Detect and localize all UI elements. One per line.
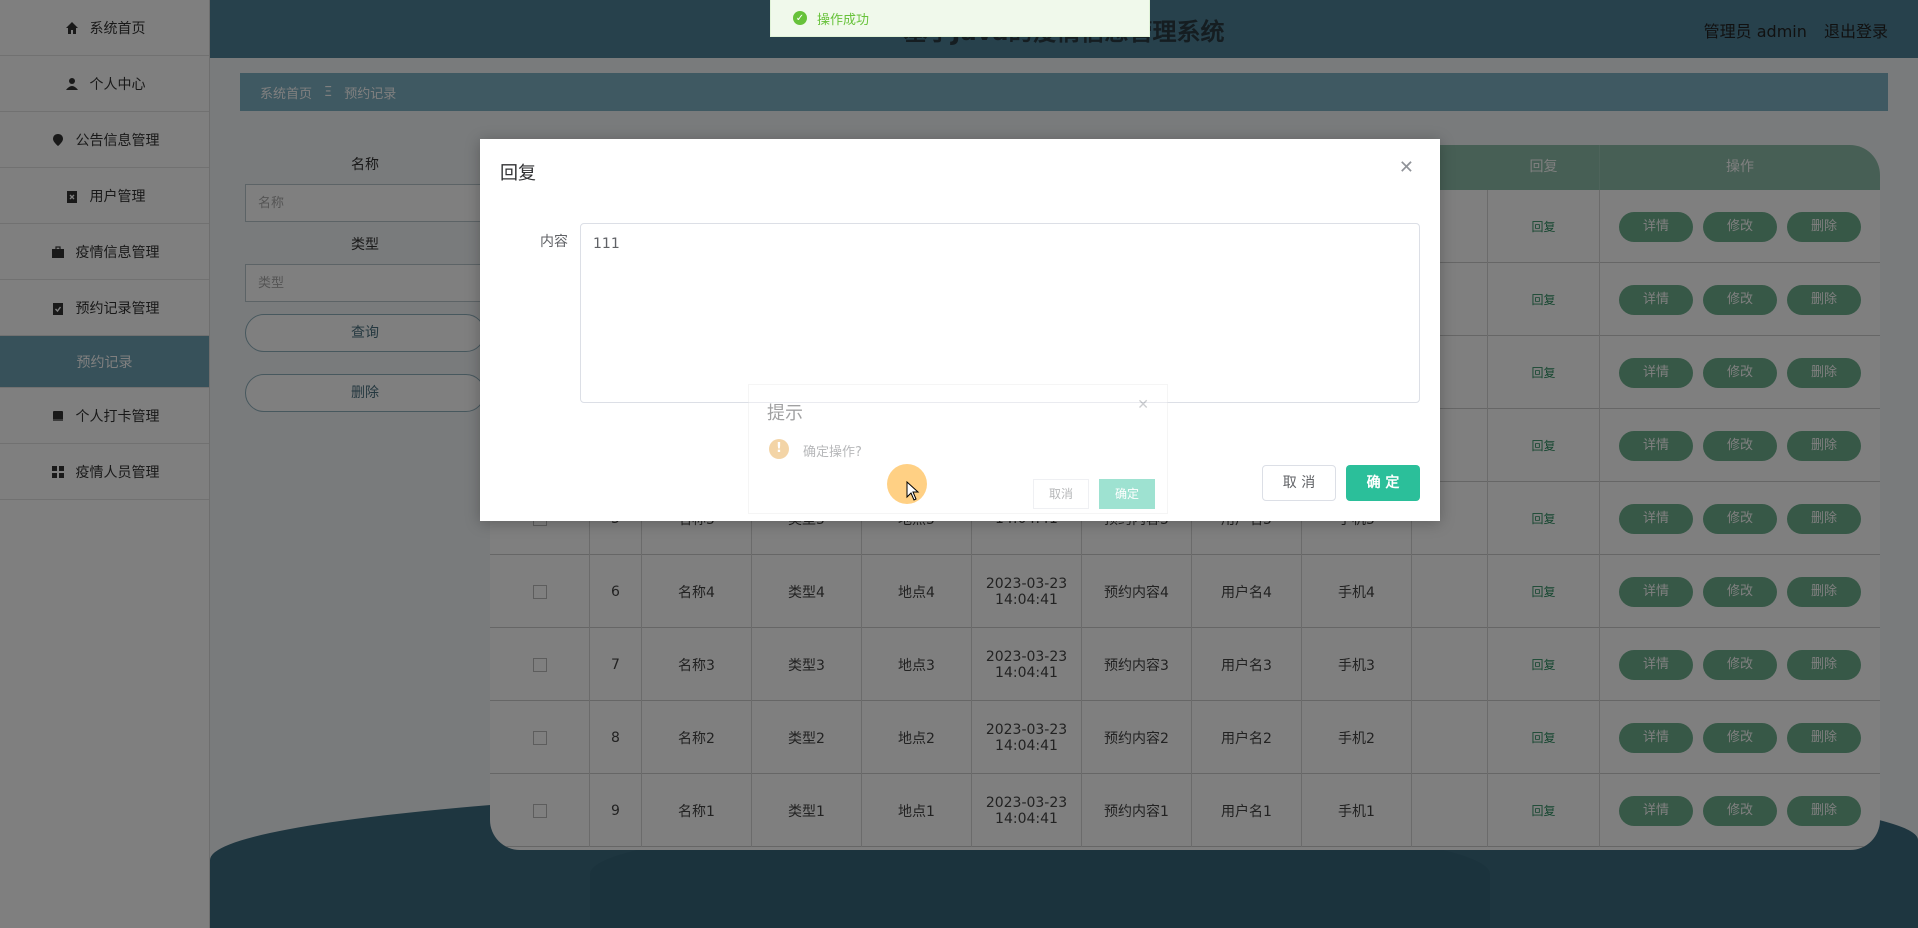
message-box-title: 提示 (767, 403, 803, 424)
warning-icon: ! (769, 439, 789, 459)
success-toast: ✓ 操作成功 (770, 0, 1150, 37)
confirm-button[interactable]: 确 定 (1346, 465, 1420, 501)
toast-message: 操作成功 (817, 12, 870, 28)
message-box-confirm-button[interactable]: 确定 (1099, 479, 1155, 509)
mouse-cursor-icon (906, 480, 920, 505)
confirm-message-box: 提示 ✕ ! 确定操作? 取消 确定 (748, 384, 1168, 514)
close-icon[interactable]: ✕ (1137, 397, 1149, 413)
dialog-title: 回复 (500, 163, 536, 184)
message-box-cancel-button[interactable]: 取消 (1033, 479, 1089, 509)
cancel-button[interactable]: 取 消 (1262, 465, 1336, 501)
reply-content-textarea[interactable]: 111 (580, 223, 1420, 403)
check-circle-icon: ✓ (793, 11, 807, 25)
content-label: 内容 (540, 234, 568, 250)
close-icon[interactable]: ✕ (1399, 157, 1414, 178)
message-box-text: 确定操作? (803, 445, 862, 460)
